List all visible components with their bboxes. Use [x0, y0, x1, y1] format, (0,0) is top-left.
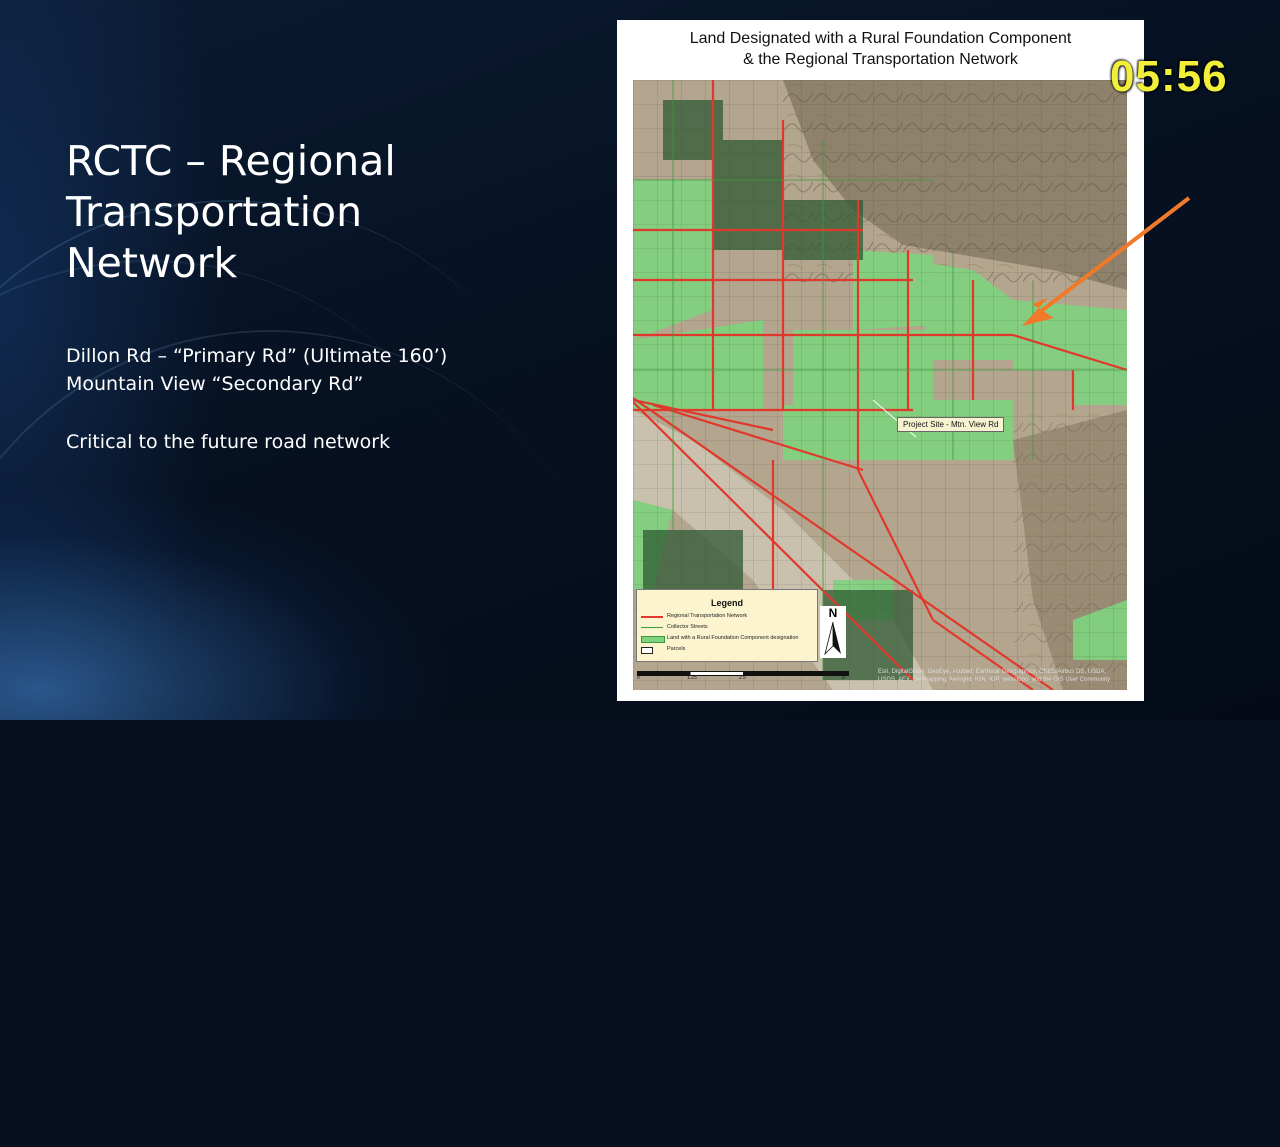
bullet-dillon-rd: Dillon Rd – “Primary Rd” (Ultimate 160’) [66, 345, 448, 367]
bullet-mountain-view: Mountain View “Secondary Rd” [66, 373, 364, 395]
pointer-arrow [1022, 196, 1191, 326]
map-legend: Legend Regional Transportation Network C… [636, 589, 818, 662]
bullet-critical: Critical to the future road network [66, 431, 391, 453]
north-arrow-label: N [828, 606, 838, 620]
project-site-callout: Project Site - Mtn. View Rd [897, 417, 1005, 432]
scale-label: 2.5 [739, 675, 746, 681]
scale-bar: 0 1.25 2.5 5 [637, 671, 849, 681]
slide-title: RCTC – Regional Transportation Network [66, 137, 396, 287]
map-title-line-1: Land Designated with a Rural Foundation … [689, 30, 1072, 47]
legend-swatch [641, 616, 663, 618]
legend-title: Legend [710, 598, 743, 608]
scale-label: 1.25 [687, 675, 697, 681]
map-title-line-2: & the Regional Transportation Network [743, 51, 1018, 68]
arrow-head-icon [1022, 298, 1054, 326]
scale-label: 0 [637, 675, 640, 681]
countdown-timer: 05:56 [1110, 52, 1228, 101]
legend-swatch [641, 647, 653, 654]
legend-swatch [641, 627, 663, 628]
map-credits: Esri, DigitalGlobe, GeoEye, i-cubed, Ear… [878, 669, 1110, 683]
north-arrow-icon [824, 621, 841, 656]
scale-label: 5 [842, 675, 845, 681]
legend-swatch [641, 636, 665, 643]
north-arrow: N [820, 606, 846, 658]
